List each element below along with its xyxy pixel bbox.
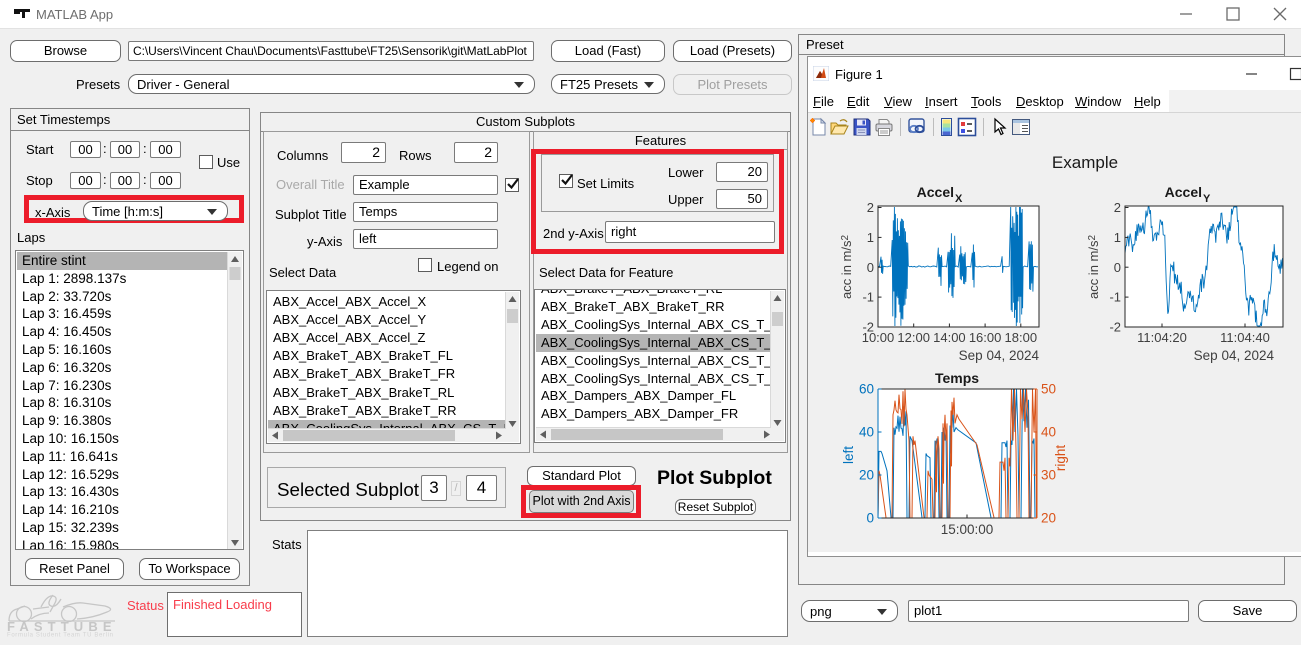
svg-text:60: 60 — [859, 382, 874, 397]
svg-text:18:00: 18:00 — [1005, 330, 1038, 345]
svg-text:11:04:40: 11:04:40 — [1220, 330, 1270, 345]
svg-text:-1: -1 — [1109, 290, 1121, 305]
svg-text:40: 40 — [1041, 425, 1056, 440]
svg-text:15:00:00: 15:00:00 — [941, 522, 994, 537]
svg-text:Accel: Accel — [917, 184, 954, 200]
svg-text:50: 50 — [1041, 382, 1056, 397]
svg-text:20: 20 — [1041, 511, 1056, 526]
svg-text:acc in m/s2: acc in m/s2 — [1086, 235, 1101, 300]
svg-text:left: left — [841, 446, 856, 464]
svg-text:40: 40 — [859, 425, 874, 440]
svg-text:14:00: 14:00 — [933, 330, 966, 345]
svg-text:Formula Student Team TU Berlin: Formula Student Team TU Berlin — [7, 633, 113, 638]
svg-text:acc in m/s2: acc in m/s2 — [839, 235, 854, 300]
svg-text:2: 2 — [867, 200, 874, 215]
svg-text:10:00: 10:00 — [862, 330, 895, 345]
svg-text:Accel: Accel — [1165, 184, 1202, 200]
svg-text:Y: Y — [1203, 193, 1211, 205]
svg-text:16:00: 16:00 — [969, 330, 1002, 345]
svg-text:1: 1 — [1114, 230, 1121, 245]
svg-text:right: right — [1053, 445, 1068, 472]
svg-text:11:04:20: 11:04:20 — [1137, 330, 1187, 345]
svg-text:0: 0 — [866, 511, 874, 526]
svg-text:Example: Example — [1052, 153, 1118, 172]
svg-text:20: 20 — [859, 468, 874, 483]
svg-text:-2: -2 — [1109, 320, 1121, 335]
svg-text:Sep 04, 2024: Sep 04, 2024 — [1194, 348, 1275, 363]
svg-text:0: 0 — [867, 260, 874, 275]
svg-text:0: 0 — [1114, 260, 1121, 275]
svg-text:1: 1 — [867, 230, 874, 245]
svg-text:12:00: 12:00 — [897, 330, 930, 345]
svg-text:-1: -1 — [862, 290, 874, 305]
svg-text:Sep 04, 2024: Sep 04, 2024 — [959, 348, 1040, 363]
svg-text:X: X — [955, 193, 963, 205]
svg-text:2: 2 — [1114, 200, 1121, 215]
svg-text:Temps: Temps — [935, 370, 979, 386]
